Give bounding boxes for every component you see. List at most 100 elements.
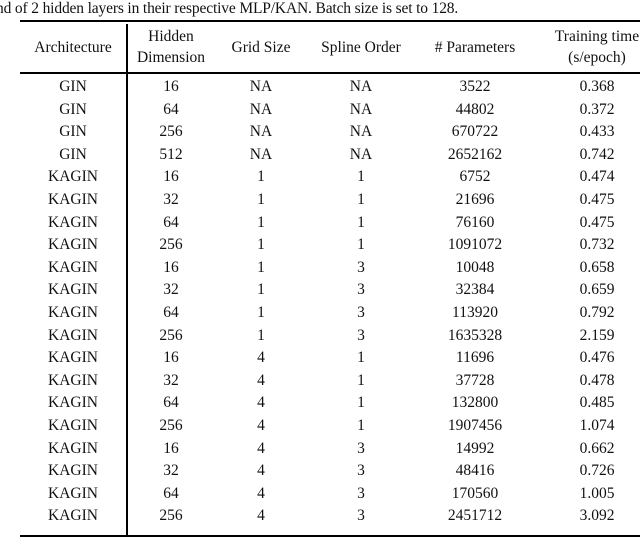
cell-architecture: KAGIN: [48, 190, 98, 208]
cell-spline-order: NA: [349, 145, 373, 163]
cell-grid-size: NA: [249, 78, 273, 95]
cell-parameters: 6752: [459, 168, 491, 186]
cell-hidden-dimension: 16: [163, 258, 179, 276]
cell-spline-order: 3: [357, 507, 365, 525]
cell-grid-size: 4: [257, 416, 265, 434]
cell-architecture: GIN: [59, 145, 87, 163]
cell-parameters: 2652162: [447, 145, 503, 163]
table-row: KAGIN 256 1 3 1635328 2.159: [20, 325, 640, 348]
cell-grid-size: 1: [257, 258, 265, 276]
table-row: KAGIN 64 4 1 132800 0.485: [20, 392, 640, 415]
header-rule: [20, 72, 640, 74]
cell-parameters: 44802: [455, 100, 495, 118]
cell-hidden-dimension: 16: [163, 78, 179, 95]
cell-hidden-dimension: 64: [163, 100, 179, 118]
header-line: (s/epoch): [568, 49, 626, 66]
cell-parameters: 113920: [452, 303, 498, 321]
header-line: Hidden: [148, 28, 194, 45]
cell-training-time: 1.074: [579, 416, 615, 434]
cell-training-time: 0.732: [579, 236, 615, 254]
table-header: Architecture Hidden Dimension Grid Size …: [20, 22, 640, 72]
header-line: Dimension: [136, 49, 206, 66]
table-row: KAGIN 16 1 3 10048 0.658: [20, 257, 640, 280]
cell-spline-order: 1: [357, 394, 365, 412]
cell-hidden-dimension: 512: [159, 145, 183, 163]
cell-spline-order: 3: [357, 303, 365, 321]
cell-parameters: 132800: [451, 394, 499, 412]
cell-spline-order: NA: [349, 123, 373, 141]
cell-architecture: GIN: [59, 123, 87, 141]
cell-grid-size: 1: [257, 326, 265, 344]
cell-hidden-dimension: 16: [163, 168, 179, 186]
table-caption: nd of 2 hidden layers in their respectiv…: [0, 0, 459, 17]
cell-training-time: 0.474: [579, 168, 615, 186]
cell-spline-order: 1: [357, 190, 365, 208]
cell-grid-size: 4: [257, 484, 265, 502]
cell-parameters: 1091072: [447, 236, 503, 254]
cell-spline-order: 3: [357, 484, 365, 502]
cell-hidden-dimension: 256: [159, 416, 183, 434]
cell-parameters: 670722: [451, 123, 499, 141]
table-row: KAGIN 16 4 1 11696 0.476: [20, 347, 640, 370]
cell-grid-size: 4: [257, 462, 265, 480]
table-row: GIN 256 NA NA 670722 0.433: [20, 121, 640, 144]
table-row: KAGIN 64 4 3 170560 1.005: [20, 483, 640, 506]
cell-parameters: 48416: [455, 462, 495, 480]
cell-hidden-dimension: 32: [163, 190, 179, 208]
header-line: Grid Size: [231, 38, 291, 56]
cell-parameters: 32384: [455, 281, 495, 299]
cell-training-time: 0.433: [579, 123, 615, 141]
cell-parameters: 37728: [455, 371, 495, 389]
table-row: KAGIN 64 1 1 76160 0.475: [20, 212, 640, 235]
cell-spline-order: 1: [357, 213, 365, 231]
table-row: GIN 64 NA NA 44802 0.372: [20, 99, 640, 122]
cell-architecture: KAGIN: [48, 281, 98, 299]
cell-hidden-dimension: 32: [163, 462, 179, 480]
header-line: Architecture: [34, 38, 112, 56]
table-row: KAGIN 32 4 1 37728 0.478: [20, 370, 640, 393]
cell-hidden-dimension: 64: [163, 394, 179, 412]
cell-spline-order: 3: [357, 326, 365, 344]
cell-grid-size: 1: [257, 303, 265, 321]
cell-training-time: 0.372: [579, 100, 615, 118]
cell-training-time: 0.485: [579, 394, 615, 412]
header-grid-size: Grid Size: [215, 22, 307, 72]
cell-parameters: 10048: [455, 258, 495, 276]
cell-grid-size: 1: [257, 168, 265, 186]
cell-training-time: 3.092: [579, 507, 615, 525]
header-line: # Parameters: [434, 38, 516, 56]
cell-grid-size: 1: [257, 190, 265, 208]
cell-grid-size: 4: [257, 439, 265, 457]
cell-architecture: KAGIN: [48, 416, 98, 434]
table-body: GIN 16 NA NA 3522 0.368 GIN 64 NA NA 44802 0.372 GIN…: [20, 76, 640, 528]
cell-hidden-dimension: 64: [163, 303, 179, 321]
cell-architecture: KAGIN: [48, 462, 98, 480]
cell-parameters: 2451712: [447, 507, 503, 525]
table-row: KAGIN 64 1 3 113920 0.792: [20, 302, 640, 325]
cell-hidden-dimension: 64: [163, 484, 179, 502]
cell-training-time: 0.476: [579, 349, 615, 367]
cell-training-time: 0.742: [579, 145, 615, 163]
table-row: KAGIN 32 4 3 48416 0.726: [20, 460, 640, 483]
cell-grid-size: 4: [257, 349, 265, 367]
cell-grid-size: 1: [257, 213, 265, 231]
cell-parameters: 11696: [455, 349, 495, 367]
cell-architecture: KAGIN: [48, 507, 98, 525]
cell-spline-order: 3: [357, 439, 365, 457]
table-row: KAGIN 256 4 3 2451712 3.092: [20, 505, 640, 528]
cell-architecture: KAGIN: [48, 213, 98, 231]
cell-spline-order: 1: [357, 371, 365, 389]
cell-hidden-dimension: 256: [159, 326, 183, 344]
table-row: KAGIN 32 1 3 32384 0.659: [20, 279, 640, 302]
cell-parameters: 3522: [459, 78, 491, 95]
cell-spline-order: 1: [357, 236, 365, 254]
cell-architecture: KAGIN: [48, 394, 98, 412]
cell-architecture: KAGIN: [48, 168, 98, 186]
cell-grid-size: 1: [257, 281, 265, 299]
header-hidden-dimension: Hidden Dimension: [128, 22, 214, 72]
cell-parameters: 21696: [455, 190, 495, 208]
cell-spline-order: 3: [357, 258, 365, 276]
cell-hidden-dimension: 32: [163, 371, 179, 389]
cell-training-time: 2.159: [579, 326, 615, 344]
header-line: Training time: [554, 28, 640, 45]
